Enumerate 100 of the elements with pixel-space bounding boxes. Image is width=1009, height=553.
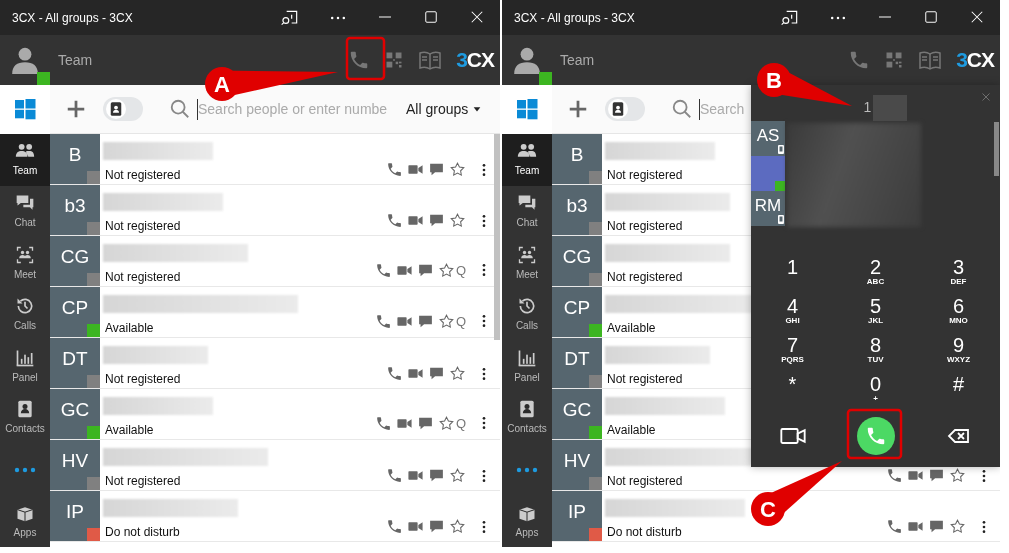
star-icon[interactable] <box>449 212 466 229</box>
phone-icon[interactable] <box>386 212 403 229</box>
phone-icon[interactable] <box>386 365 403 382</box>
phone-icon[interactable] <box>374 414 392 432</box>
sidebar-item[interactable]: Panel <box>0 340 50 393</box>
dial-key[interactable]: 5 JKL <box>834 296 917 335</box>
star-icon[interactable] <box>949 467 966 484</box>
phone-icon[interactable] <box>386 161 403 178</box>
sidebar-item[interactable]: Chat <box>0 185 50 238</box>
sidebar-item[interactable]: Meet <box>0 237 50 289</box>
windows-logo-icon <box>13 97 37 121</box>
contact-status: Not registered <box>105 218 181 235</box>
highlight-frame <box>345 36 386 81</box>
dial-key[interactable]: 3 DEF <box>917 257 1000 296</box>
dialed-number: 1 <box>863 98 872 117</box>
search-field[interactable]: Search people or enter numbe <box>197 98 392 120</box>
sidebar-item[interactable]: Team <box>502 134 552 186</box>
contacts-toggle[interactable] <box>103 97 143 121</box>
dial-key[interactable]: * <box>751 374 834 413</box>
plus-icon <box>567 98 589 120</box>
window-title: 3CX - All groups - 3CX <box>12 9 133 27</box>
dial-key[interactable]: 6 MNO <box>917 296 1000 335</box>
queue-label: Q <box>455 261 466 280</box>
dial-key[interactable]: 8 TUV <box>834 335 917 374</box>
section-title: Team <box>560 50 595 70</box>
suggestion-avatar[interactable]: AS <box>751 121 785 156</box>
dial-key[interactable]: 7 PQRS <box>751 335 834 374</box>
contact-status: Do not disturb <box>607 524 682 541</box>
contact-initials: b3 <box>566 193 588 218</box>
dial-key[interactable]: 4 GHI <box>751 296 834 335</box>
contacts-toggle[interactable] <box>605 97 645 121</box>
logo: 3CX <box>956 47 994 74</box>
phone-icon[interactable] <box>886 467 903 484</box>
sidebar-item[interactable]: Contacts <box>502 392 552 444</box>
star-icon[interactable] <box>437 414 455 432</box>
contact-status: Available <box>105 320 154 337</box>
star-icon[interactable] <box>449 365 466 382</box>
sidebar-item[interactable]: Calls <box>0 288 50 341</box>
dial-key[interactable]: 9 WXYZ <box>917 335 1000 374</box>
caret-icon <box>472 104 483 114</box>
contact-status: Not registered <box>105 269 181 286</box>
contact-card-icon <box>517 399 537 420</box>
sidebar-item[interactable]: Apps <box>0 495 50 547</box>
sidebar-item[interactable]: Contacts <box>0 392 50 444</box>
highlight-frame <box>846 408 903 460</box>
search-field[interactable]: Search <box>699 98 759 120</box>
sidebar-item[interactable]: Panel <box>502 340 552 393</box>
windows-logo-icon <box>515 97 539 121</box>
contact-status: Not registered <box>607 473 683 490</box>
contact-initials: B <box>570 142 584 167</box>
phone-icon[interactable] <box>886 518 903 535</box>
phone-icon[interactable] <box>386 467 403 484</box>
star-icon[interactable] <box>437 312 455 330</box>
contact-status: Available <box>607 320 656 337</box>
phone-icon[interactable] <box>386 518 403 535</box>
qr-code-icon[interactable] <box>884 50 905 70</box>
phone-icon[interactable] <box>374 261 392 279</box>
star-icon[interactable] <box>949 518 966 535</box>
contact-initials: GC <box>60 397 90 422</box>
device-icon <box>777 144 785 155</box>
window-title: 3CX - All groups - 3CX <box>514 9 635 27</box>
section-title: Team <box>58 50 93 70</box>
phone-icon[interactable] <box>374 312 392 330</box>
meeting-icon <box>15 244 35 265</box>
add-button[interactable] <box>567 98 589 120</box>
dial-key[interactable]: 0 + <box>834 374 917 413</box>
contact-initials: HV <box>61 448 89 473</box>
contact-status: Not registered <box>607 371 683 388</box>
sidebar-item[interactable]: Meet <box>502 237 552 289</box>
dial-key[interactable]: # <box>917 374 1000 413</box>
contact-status: Do not disturb <box>105 524 180 541</box>
contact-initials: HV <box>563 448 591 473</box>
add-button[interactable] <box>65 98 87 120</box>
contact-initials: CP <box>61 295 89 320</box>
dial-key[interactable]: 1 <box>751 257 834 296</box>
contact-status: Not registered <box>105 167 181 184</box>
sidebar-item[interactable]: Team <box>0 134 50 186</box>
sidebar-item[interactable]: Apps <box>502 495 552 547</box>
sidebar-item[interactable]: Calls <box>502 288 552 341</box>
user-avatar-icon <box>11 46 39 74</box>
qr-code-icon[interactable] <box>384 50 405 70</box>
search-icon <box>169 98 191 120</box>
star-icon[interactable] <box>437 261 455 279</box>
more-icon <box>14 466 36 473</box>
scrollbar-thumb[interactable] <box>494 134 500 340</box>
sidebar-item[interactable]: Chat <box>502 185 552 238</box>
contact-initials: GC <box>562 397 592 422</box>
search-icon <box>671 98 693 120</box>
star-icon[interactable] <box>449 518 466 535</box>
dial-key[interactable]: 2 ABC <box>834 257 917 296</box>
contact-initials: CP <box>563 295 591 320</box>
contact-initials: IP <box>66 499 84 524</box>
star-icon[interactable] <box>449 161 466 178</box>
group-filter-dropdown[interactable]: All groups <box>406 98 483 120</box>
scrollbar-thumb[interactable] <box>994 122 999 176</box>
queue-label: Q <box>455 312 466 331</box>
star-icon[interactable] <box>449 467 466 484</box>
call-button[interactable] <box>856 417 895 455</box>
logo: 3CX <box>456 47 494 74</box>
suggestion-avatar[interactable]: RM <box>751 191 785 226</box>
